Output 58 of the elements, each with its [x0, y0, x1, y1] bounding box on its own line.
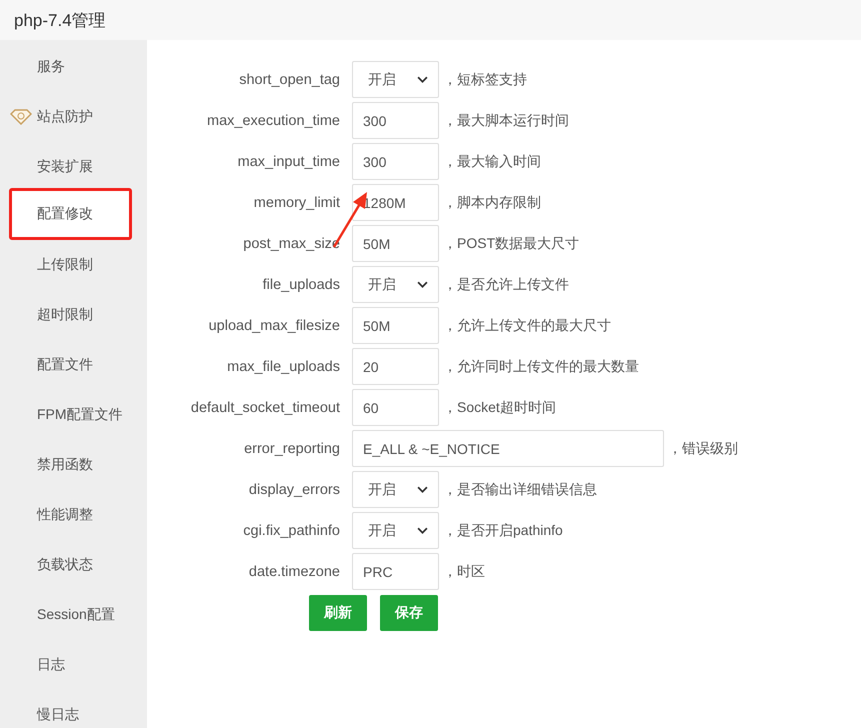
setting-label: date.timezone [248, 564, 341, 580]
sidebar-item[interactable]: 上传限制 [0, 240, 147, 290]
setting-label: short_open_tag [238, 72, 341, 88]
sidebar-item[interactable]: 服务 [0, 42, 147, 92]
sidebar-item[interactable]: 配置文件 [0, 340, 147, 390]
caret-icon [417, 527, 428, 534]
input-field[interactable]: 300 [352, 102, 439, 139]
caret-icon [417, 486, 428, 493]
sidebar-item[interactable]: 配置修改 [9, 188, 132, 240]
setting-hint: ，错误级别 [668, 440, 738, 458]
sidebar-item[interactable]: 禁用函数 [0, 440, 147, 490]
sidebar-item[interactable]: FPM配置文件 [0, 390, 147, 440]
sidebar-item[interactable]: 日志 [0, 640, 147, 690]
setting-hint: ，是否开启pathinfo [443, 522, 563, 540]
input-field[interactable]: E_ALL & ~E_NOTICE [352, 430, 664, 467]
sidebar-item[interactable]: Session配置 [0, 590, 147, 640]
select-field[interactable]: 开启 [352, 61, 439, 98]
sidebar-item[interactable]: 站点防护 [0, 92, 147, 142]
setting-hint: ，Socket超时时间 [443, 398, 556, 416]
setting-hint: ，是否输出详细错误信息 [443, 480, 597, 498]
window-title: php-7.4管理 [14, 10, 106, 32]
setting-label: cgi.fix_pathinfo [242, 522, 341, 538]
setting-hint: ，最大脚本运行时间 [443, 112, 569, 130]
setting-label: upload_max_filesize [208, 318, 341, 334]
sidebar-item[interactable]: 性能调整 [0, 490, 147, 540]
input-field[interactable]: 300 [352, 143, 439, 180]
diamond-icon [10, 109, 32, 125]
sidebar-item[interactable]: 负载状态 [0, 540, 147, 590]
setting-hint: ，时区 [443, 562, 485, 580]
input-field[interactable]: 50M [352, 225, 439, 262]
select-field[interactable]: 开启 [352, 471, 439, 508]
input-field[interactable]: 50M [352, 307, 439, 344]
setting-label: default_socket_timeout [190, 400, 341, 416]
action-button[interactable]: 保存 [380, 595, 438, 631]
setting-hint: ，允许同时上传文件的最大数量 [443, 358, 639, 376]
input-field[interactable]: PRC [352, 553, 439, 590]
setting-label: max_input_time [236, 154, 341, 170]
sidebar-item[interactable]: 慢日志 [0, 690, 147, 728]
setting-hint: ，脚本内存限制 [443, 194, 541, 212]
setting-label: file_uploads [262, 276, 341, 292]
setting-hint: ，POST数据最大尺寸 [443, 234, 580, 252]
input-field[interactable]: 20 [352, 348, 439, 385]
sidebar-item[interactable]: 超时限制 [0, 290, 147, 340]
setting-label: error_reporting [243, 440, 341, 456]
setting-label: max_file_uploads [226, 358, 341, 374]
caret-icon [417, 281, 428, 288]
setting-hint: ，允许上传文件的最大尺寸 [443, 316, 611, 334]
setting-hint: ，短标签支持 [443, 70, 527, 88]
setting-label: memory_limit [252, 194, 341, 210]
setting-label: max_execution_time [206, 112, 341, 128]
select-field[interactable]: 开启 [352, 266, 439, 303]
setting-label: display_errors [248, 482, 341, 498]
setting-hint: ，最大输入时间 [443, 152, 541, 170]
caret-icon [417, 76, 428, 83]
input-field[interactable]: 60 [352, 389, 439, 426]
select-field[interactable]: 开启 [352, 512, 439, 549]
action-button[interactable]: 刷新 [309, 595, 367, 631]
setting-hint: ，是否允许上传文件 [443, 276, 569, 294]
